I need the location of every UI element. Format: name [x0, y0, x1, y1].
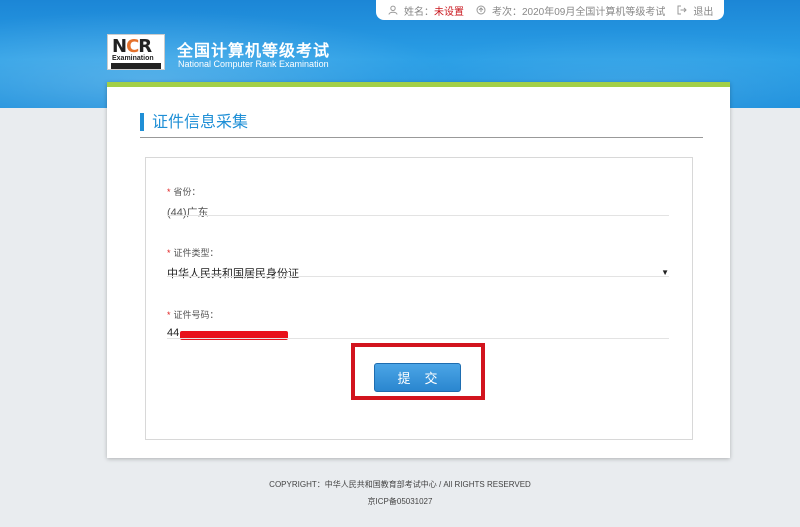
id-type-select[interactable]: 中华人民共和国居民身份证 — [167, 265, 669, 281]
exam-icon — [476, 5, 486, 15]
user-name-item: 姓名： 未设置 — [388, 3, 464, 18]
footer-copyright: COPYRIGHT：中华人民共和国教育部考试中心 / All RIGHTS RE… — [269, 480, 531, 489]
user-info-bar: 姓名： 未设置 考次： 2020年09月全国计算机等级考试 退出 — [376, 0, 724, 20]
id-type-underline — [167, 276, 669, 277]
ncre-logo: NCR Examination — [107, 34, 165, 70]
id-number-label-text: 证件号码： — [173, 310, 219, 320]
section-title: 证件信息采集 — [140, 113, 248, 131]
province-label: * 省份： — [167, 185, 669, 198]
province-label-text: 省份： — [173, 187, 201, 197]
id-type-label-text: 证件类型： — [173, 248, 219, 258]
logo-mark: NCR — [112, 36, 152, 57]
site-title-cn: 全国计算机等级考试 — [177, 41, 331, 60]
id-type-label: * 证件类型： — [167, 246, 669, 259]
required-marker: * — [167, 310, 171, 320]
province-underline — [167, 215, 669, 216]
site-title-en: National Computer Rank Examination — [178, 59, 329, 69]
logout-icon — [677, 5, 688, 15]
id-number-label: * 证件号码： — [167, 308, 669, 321]
required-marker: * — [167, 187, 171, 197]
logo-subtext: Examination — [112, 55, 154, 62]
main-card: 证件信息采集 * 省份： (44)广东 * 证件类型： 中华人民共和国居民身份证 ▼… — [107, 82, 730, 458]
logo-strip — [111, 63, 161, 69]
id-number-input[interactable]: 44 — [167, 327, 669, 343]
id-number-underline — [167, 338, 669, 339]
province-value[interactable]: (44)广东 — [167, 204, 669, 220]
exam-session-value: 2020年09月全国计算机等级考试 — [522, 6, 666, 18]
required-marker: * — [167, 248, 171, 258]
title-divider — [140, 137, 703, 138]
exam-session-label: 考次： — [492, 6, 522, 18]
logout-link[interactable]: 退出 — [677, 3, 713, 18]
id-number-field[interactable]: * 证件号码： 44 — [167, 308, 669, 343]
province-field[interactable]: * 省份： (44)广东 — [167, 185, 669, 220]
exam-session-item: 考次： 2020年09月全国计算机等级考试 — [476, 3, 665, 18]
id-type-field[interactable]: * 证件类型： 中华人民共和国居民身份证 ▼ — [167, 246, 669, 281]
user-name-value: 未设置 — [434, 6, 464, 18]
submit-button[interactable]: 提交 — [374, 363, 461, 392]
footer-icp: 京ICP备05031027 — [367, 497, 433, 506]
user-icon — [388, 5, 398, 15]
user-name-label: 姓名： — [404, 6, 434, 18]
logout-label[interactable]: 退出 — [693, 3, 713, 18]
